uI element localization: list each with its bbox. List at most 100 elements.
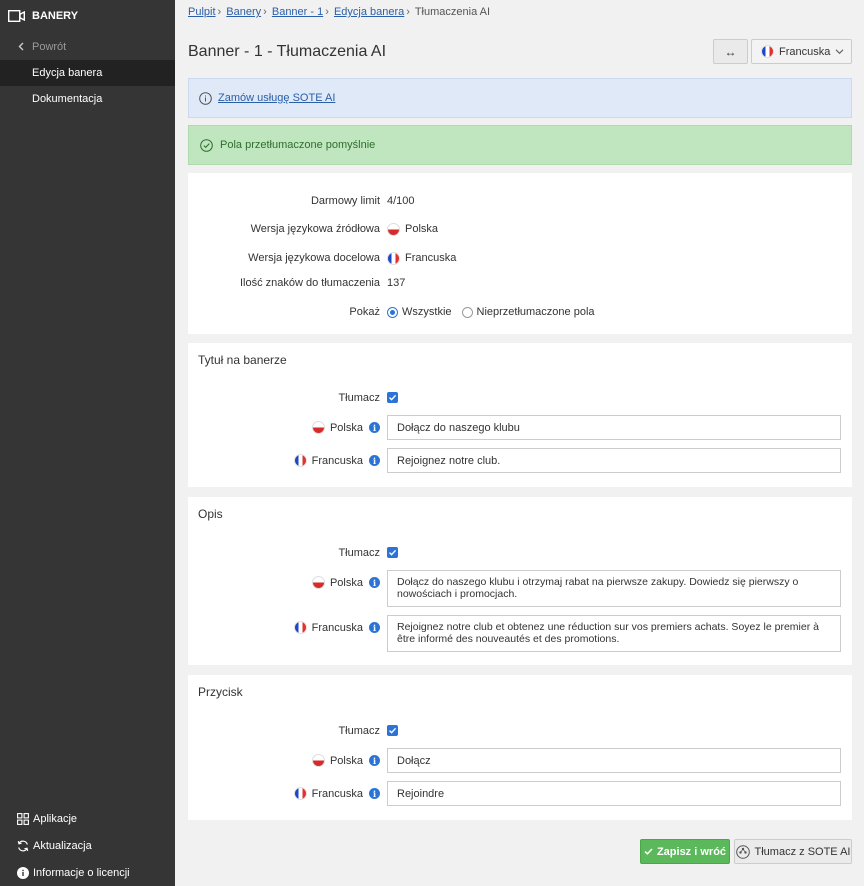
info-tooltip-icon[interactable]: i — [369, 455, 380, 466]
save-button-label: Zapisz i wróć — [656, 845, 727, 858]
section-button: Przycisk Tłumacz Polska i Dołącz Francus… — [188, 675, 852, 820]
info-tooltip-icon[interactable]: i — [369, 622, 380, 633]
ai-button-label: Tłumacz z SOTE AI — [754, 845, 851, 858]
sidebar-item-update[interactable]: Aktualizacja — [0, 832, 175, 859]
translator-checkbox[interactable] — [387, 547, 398, 558]
info-circle-icon — [199, 91, 212, 105]
polish-field-label: Polska i — [188, 754, 380, 767]
char-count-value: 137 — [387, 277, 406, 289]
polish-title-input[interactable]: Dołącz do naszego klubu — [387, 415, 841, 440]
translator-label: Tłumacz — [338, 547, 380, 559]
france-flag-icon — [293, 787, 307, 800]
french-field-label: Francuska i — [188, 621, 380, 634]
order-sote-ai-link[interactable]: Zamów usługę SOTE AI — [218, 92, 335, 104]
sidebar-title: BANERY — [32, 10, 79, 22]
swap-languages-button[interactable]: ↔ — [713, 39, 748, 64]
radio-all[interactable] — [387, 306, 398, 318]
camera-icon — [8, 10, 25, 22]
poland-flag-icon — [311, 421, 325, 434]
refresh-icon — [17, 840, 29, 851]
sidebar-item-apps[interactable]: Aplikacje — [0, 805, 175, 832]
page-title: Banner - 1 - Tłumaczenia AI — [188, 43, 387, 60]
breadcrumb-separator: › — [217, 6, 222, 18]
breadcrumb-separator: › — [325, 6, 329, 18]
char-count-label: Ilość znaków do tłumaczenia — [239, 277, 380, 289]
translator-label: Tłumacz — [338, 725, 380, 737]
french-title-input[interactable]: Rejoignez notre club. — [387, 448, 841, 473]
polish-label-text: Polska — [329, 421, 363, 434]
target-language-text: Francuska — [405, 252, 457, 264]
checkmark-icon — [389, 394, 397, 401]
info-tooltip-icon[interactable]: i — [369, 577, 380, 588]
breadcrumb-link[interactable]: Edycja banera — [334, 6, 404, 18]
checkmark-icon — [389, 549, 397, 556]
french-field-label: Francuska i — [188, 787, 380, 800]
show-filter-label: Pokaż — [349, 306, 380, 318]
summary-card: Darmowy limit 4/100 Wersja językowa źród… — [188, 173, 852, 334]
polish-description-textarea[interactable]: Dołącz do naszego klubu i otrzymaj rabat… — [387, 570, 841, 607]
checkmark-icon — [389, 727, 397, 734]
sidebar-item-license[interactable]: Informacje o licencji — [0, 859, 175, 886]
translator-label: Tłumacz — [338, 392, 380, 404]
back-label: Powrót — [32, 40, 67, 53]
success-alert: Pola przetłumaczone pomyślnie — [188, 125, 852, 165]
swap-icon: ↔ — [724, 44, 737, 59]
sidebar-brand: BANERY — [0, 0, 175, 32]
french-button-input[interactable]: Rejoindre — [387, 781, 841, 806]
apps-label: Aplikacje — [33, 812, 78, 825]
poland-flag-icon — [311, 576, 325, 589]
polish-button-input[interactable]: Dołącz — [387, 748, 841, 773]
language-select[interactable]: Francuska — [751, 39, 852, 64]
info-tooltip-icon[interactable]: i — [369, 422, 380, 433]
language-select-value: Francuska — [779, 45, 831, 58]
translate-sote-ai-button[interactable]: Tłumacz z SOTE AI — [734, 839, 852, 864]
translator-checkbox[interactable] — [387, 392, 398, 403]
info-tooltip-icon[interactable]: i — [369, 788, 380, 799]
sidebar-bottom: Aplikacje Aktualizacja Informacje o lice… — [0, 805, 175, 886]
french-field-label: Francuska i — [188, 454, 380, 467]
france-flag-icon — [387, 251, 400, 265]
save-and-return-button[interactable]: Zapisz i wróć — [640, 839, 730, 864]
section-heading: Tytuł na banerze — [198, 353, 287, 367]
update-label: Aktualizacja — [33, 839, 92, 852]
source-language-text: Polska — [405, 223, 439, 235]
info-tooltip-icon[interactable]: i — [369, 755, 380, 766]
breadcrumb-link[interactable]: Banner - 1 — [272, 6, 323, 18]
info-icon — [17, 866, 29, 879]
french-label-text: Francuska — [311, 621, 363, 634]
section-heading: Opis — [198, 507, 223, 521]
grid-icon — [17, 812, 29, 825]
section-heading: Przycisk — [198, 685, 243, 699]
radio-untranslated[interactable] — [461, 306, 473, 318]
info-alert: Zamów usługę SOTE AI — [188, 78, 852, 118]
license-label: Informacje o licencji — [33, 866, 130, 879]
main-content: Pulpit › Banery › Banner - 1 › Edycja baner… — [175, 0, 864, 886]
sidebar-item-edit-banner[interactable]: Edycja banera — [0, 60, 175, 86]
polish-label-text: Polska — [329, 754, 363, 767]
sidebar-item-documentation[interactable]: Dokumentacja — [0, 86, 175, 112]
target-language-label: Wersja językowa docelowa — [248, 252, 380, 264]
translator-checkbox[interactable] — [387, 725, 398, 736]
french-label-text: Francuska — [311, 787, 363, 800]
source-language-value: Polska — [387, 222, 438, 236]
french-description-textarea[interactable]: Rejoignez notre club et obtenez une rédu… — [387, 615, 841, 652]
sidebar: BANERY Powrót Edycja banera Dokumentacja… — [0, 0, 175, 886]
source-language-label: Wersja językowa źródłowa — [250, 223, 380, 235]
ai-icon — [735, 844, 750, 859]
breadcrumb-separator: › — [263, 6, 267, 18]
breadcrumb-link[interactable]: Banery — [226, 6, 261, 18]
back-link[interactable]: Powrót — [0, 33, 175, 60]
check-circle-icon — [200, 138, 213, 152]
radio-untranslated-label[interactable]: Nieprzetłumaczone pola — [477, 305, 595, 319]
france-flag-icon — [293, 454, 307, 467]
chevron-down-icon — [835, 49, 844, 55]
radio-all-label[interactable]: Wszystkie — [402, 305, 452, 319]
breadcrumb-link[interactable]: Pulpit — [188, 6, 216, 18]
section-description: Opis Tłumacz Polska i Dołącz do naszego … — [188, 497, 852, 665]
free-limit-label: Darmowy limit — [310, 195, 380, 207]
breadcrumb-current: Tłumaczenia AI — [414, 6, 491, 18]
polish-field-label: Polska i — [188, 421, 380, 434]
target-language-value: Francuska — [387, 251, 456, 265]
free-limit-value: 4/100 — [387, 195, 415, 207]
french-label-text: Francuska — [311, 454, 363, 467]
